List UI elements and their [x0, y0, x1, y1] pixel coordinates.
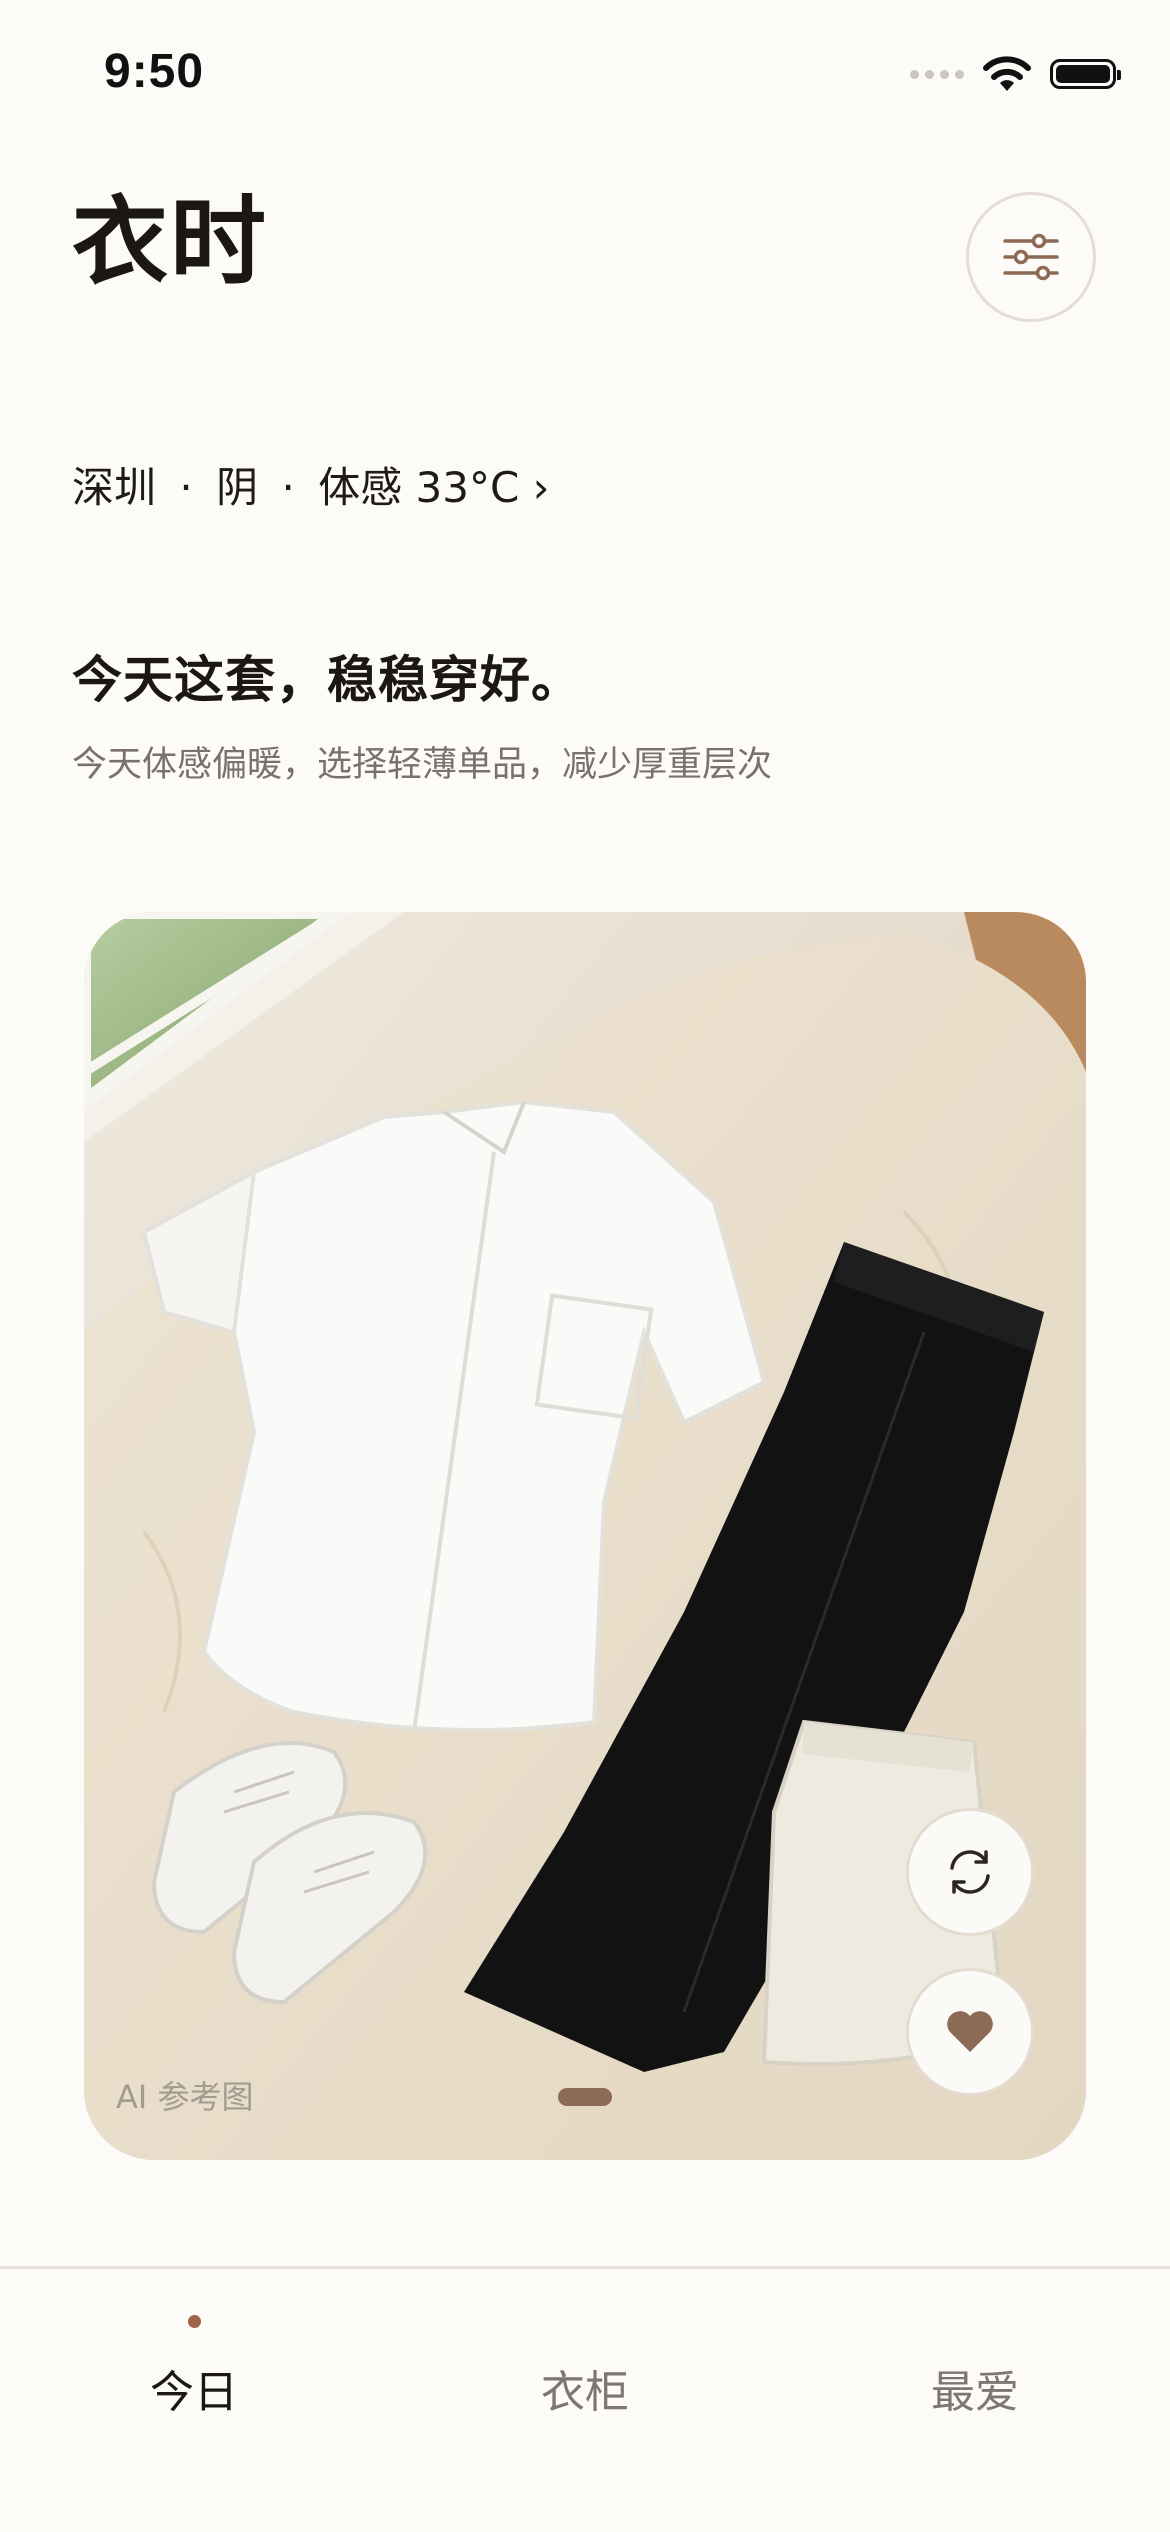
tab-bar: 今日 衣柜 最爱	[0, 2266, 1170, 2532]
status-time: 9:50	[104, 45, 205, 98]
weather-separator: ·	[281, 463, 295, 512]
refresh-outfit-button[interactable]	[906, 1808, 1034, 1936]
filter-button[interactable]	[966, 192, 1096, 322]
tab-wardrobe[interactable]: 衣柜	[435, 2269, 735, 2469]
recommendation-subtitle: 今天体感偏暖，选择轻薄单品，减少厚重层次	[72, 745, 773, 785]
status-icons	[910, 52, 1121, 96]
tab-favorites[interactable]: 最爱	[825, 2269, 1125, 2469]
wifi-icon	[983, 56, 1031, 91]
weather-separator: ·	[179, 463, 193, 512]
page-indicator	[558, 2088, 612, 2106]
battery-icon	[1050, 59, 1121, 89]
sliders-icon	[1003, 233, 1059, 281]
weather-info[interactable]: 深圳 · 阴 · 体感 33°C ›	[72, 454, 549, 515]
favorite-button[interactable]	[906, 1968, 1034, 2096]
refresh-icon	[950, 1850, 990, 1894]
tab-label: 衣柜	[541, 2367, 629, 2418]
app-title: 衣时	[72, 185, 268, 298]
outfit-photo	[84, 912, 1086, 2160]
cellular-signal-icon	[910, 69, 964, 79]
active-tab-indicator	[187, 2315, 201, 2328]
weather-feels-like: 体感 33°C	[318, 463, 520, 512]
ai-reference-label: AI 参考图	[116, 2078, 254, 2116]
tab-label: 今日	[150, 2367, 238, 2418]
weather-condition: 阴	[216, 463, 259, 512]
tab-label: 最爱	[931, 2367, 1019, 2418]
outfit-card[interactable]: AI 参考图	[84, 912, 1086, 2160]
tab-today[interactable]: 今日	[44, 2269, 344, 2469]
heart-icon	[947, 2011, 993, 2052]
chevron-right-icon: ›	[532, 463, 550, 512]
recommendation-headline: 今天这套，稳稳穿好。	[72, 651, 582, 709]
weather-city: 深圳	[72, 463, 157, 512]
